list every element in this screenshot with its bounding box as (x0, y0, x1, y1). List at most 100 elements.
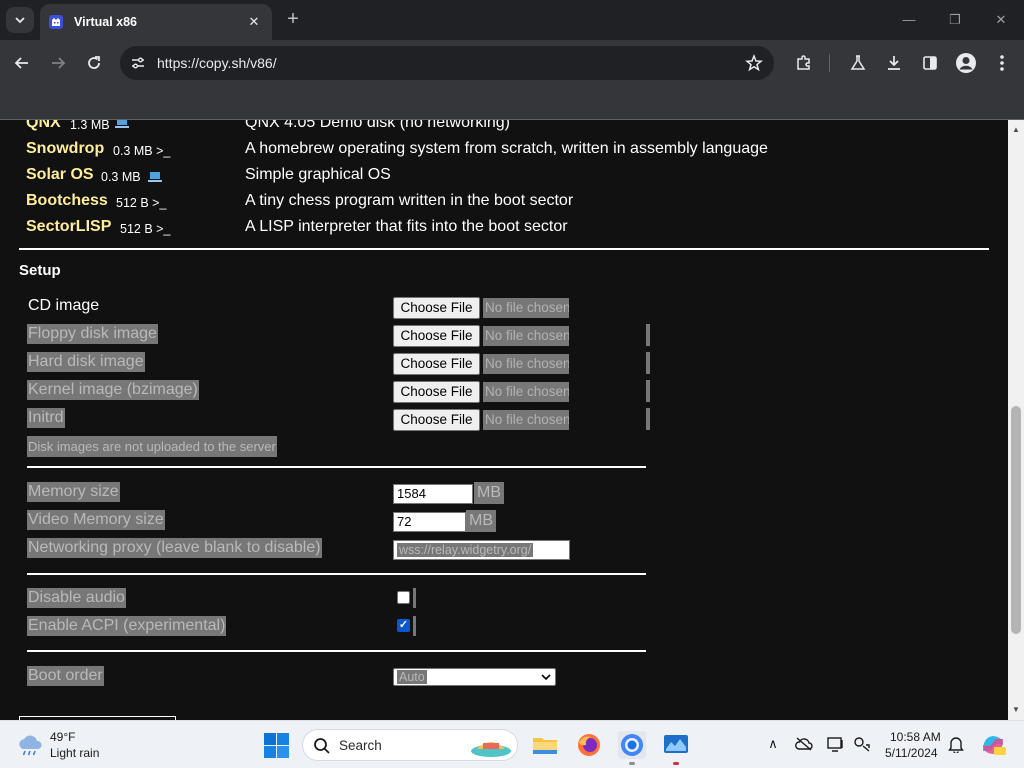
file-explorer-app[interactable] (531, 731, 559, 759)
extensions-button[interactable] (791, 50, 817, 76)
video-memory-label: Video Memory size (27, 510, 165, 530)
search-placeholder: Search (339, 738, 382, 753)
reload-icon (88, 56, 100, 69)
clock-time[interactable]: 10:58 AM (890, 730, 941, 744)
network-proxy-label: Networking proxy (leave blank to disable… (27, 538, 322, 558)
tray-overflow-icon[interactable]: ∧ (764, 735, 782, 753)
v86-favicon-icon (49, 15, 63, 29)
os-name[interactable]: Snowdrop (26, 140, 104, 158)
row-highlight-edge (646, 352, 650, 374)
notification-bell-icon[interactable] (947, 735, 965, 753)
file-status: No file chosen (483, 354, 569, 374)
os-name[interactable]: Solar OS (26, 166, 94, 184)
address-bar[interactable]: https://copy.sh/v86/ (120, 46, 774, 80)
cd-image-label: CD image (28, 297, 100, 314)
restore-button[interactable]: ❐ (942, 10, 968, 30)
choose-file-button[interactable]: Choose File (393, 325, 480, 347)
display-icon[interactable] (827, 735, 845, 753)
choose-file-button[interactable]: Choose File (393, 353, 480, 375)
menu-button[interactable] (989, 50, 1015, 76)
puzzle-icon (797, 55, 810, 70)
os-description: A LISP interpreter that fits into the bo… (245, 218, 568, 235)
close-window-button[interactable]: ✕ (988, 10, 1014, 30)
os-name[interactable]: Bootchess (26, 192, 108, 210)
os-name[interactable]: QNX (26, 120, 61, 132)
scroll-up-arrow[interactable]: ▲ (1012, 126, 1020, 134)
chrome-running-indicator (629, 762, 635, 765)
os-size: 512 B >_ (116, 196, 167, 210)
scrollbar-thumb[interactable] (1011, 406, 1021, 634)
setup-divider (27, 573, 646, 575)
back-button[interactable] (9, 50, 35, 76)
page-viewport: QNX 1.3 MB QNX 4.05 Demo disk (no networ… (0, 120, 1008, 720)
monitor-running-indicator (673, 762, 679, 765)
taskbar-search[interactable]: Search (302, 729, 518, 761)
video-memory-unit: MB (466, 510, 496, 532)
row-highlight-edge (646, 408, 650, 430)
chrome-icon (621, 734, 643, 756)
browser-toolbar: https://copy.sh/v86/ (0, 40, 1024, 86)
os-size: 512 B >_ (120, 222, 171, 236)
monitor-app[interactable] (662, 731, 690, 759)
cloud-offline-icon[interactable] (795, 735, 813, 753)
video-memory-input[interactable]: 72 (393, 512, 466, 532)
url-text[interactable]: https://copy.sh/v86/ (157, 55, 277, 71)
row-highlight-edge (646, 380, 650, 402)
reload-button[interactable] (81, 50, 107, 76)
forward-button[interactable] (45, 50, 71, 76)
monitor-chart-icon (664, 735, 688, 753)
copilot-icon (983, 736, 1006, 755)
disable-audio-checkbox[interactable] (397, 591, 410, 604)
kernel-image-label: Kernel image (bzimage) (27, 380, 199, 400)
file-status: No file chosen (483, 382, 569, 402)
tab-search-button[interactable] (6, 7, 34, 33)
boot-order-select[interactable]: Auto (393, 668, 556, 686)
weather-description[interactable]: Light rain (50, 746, 99, 760)
upload-note: Disk images are not uploaded to the serv… (27, 436, 277, 457)
download-icon (888, 56, 900, 70)
boot-order-label: Boot order (27, 666, 104, 686)
side-panel-button[interactable] (917, 50, 943, 76)
os-size: 0.3 MB >_ (113, 144, 171, 158)
laptop-icon (115, 120, 129, 128)
network-icon[interactable] (853, 735, 871, 753)
os-name[interactable]: SectorLISP (26, 218, 111, 236)
copilot-app[interactable] (978, 730, 1008, 760)
acpi-checkbox[interactable]: ✓ (397, 619, 410, 632)
os-size: 0.3 MB (101, 170, 141, 184)
chevron-down-icon (15, 17, 25, 24)
minimize-button[interactable]: — (896, 10, 922, 30)
tab-virtual-x86[interactable]: Virtual x86 ✕ (40, 4, 272, 40)
tab-close-icon[interactable]: ✕ (244, 12, 264, 32)
floppy-image-label: Floppy disk image (27, 324, 158, 344)
row-highlight-edge (646, 324, 650, 346)
choose-file-button[interactable]: Choose File (393, 381, 480, 403)
network-proxy-input[interactable]: wss://relay.widgetry.org/ (393, 540, 570, 560)
boot-order-value: Auto (397, 670, 427, 684)
firefox-icon (578, 734, 600, 756)
os-description: Simple graphical OS (245, 166, 391, 183)
kebab-menu-icon (1000, 55, 1004, 71)
memory-size-input[interactable]: 1584 (393, 484, 473, 504)
rain-cloud-icon[interactable] (16, 733, 44, 757)
os-description: QNX 4.05 Demo disk (no networking) (245, 120, 510, 131)
laptop-icon (148, 172, 162, 182)
arrow-right-icon (52, 57, 66, 69)
profile-button[interactable] (953, 50, 979, 76)
scroll-down-arrow[interactable]: ▼ (1012, 706, 1020, 714)
weather-temperature[interactable]: 49°F (50, 730, 75, 744)
downloads-button[interactable] (881, 50, 907, 76)
site-info-icon[interactable] (128, 53, 148, 73)
row-highlight-edge (413, 616, 416, 636)
new-tab-button[interactable]: + (282, 9, 304, 31)
clock-date[interactable]: 5/11/2024 (885, 746, 938, 760)
chrome-app[interactable] (618, 731, 646, 759)
choose-file-button[interactable]: Choose File (393, 409, 480, 431)
page-scrollbar[interactable]: ▲ ▼ (1008, 120, 1024, 720)
firefox-app[interactable] (575, 731, 603, 759)
choose-file-button[interactable]: Choose File (393, 297, 480, 319)
labs-button[interactable] (845, 50, 871, 76)
bookmark-star-icon[interactable] (744, 53, 764, 73)
windows-start-icon[interactable] (264, 733, 289, 758)
toolbar-divider (829, 54, 830, 72)
